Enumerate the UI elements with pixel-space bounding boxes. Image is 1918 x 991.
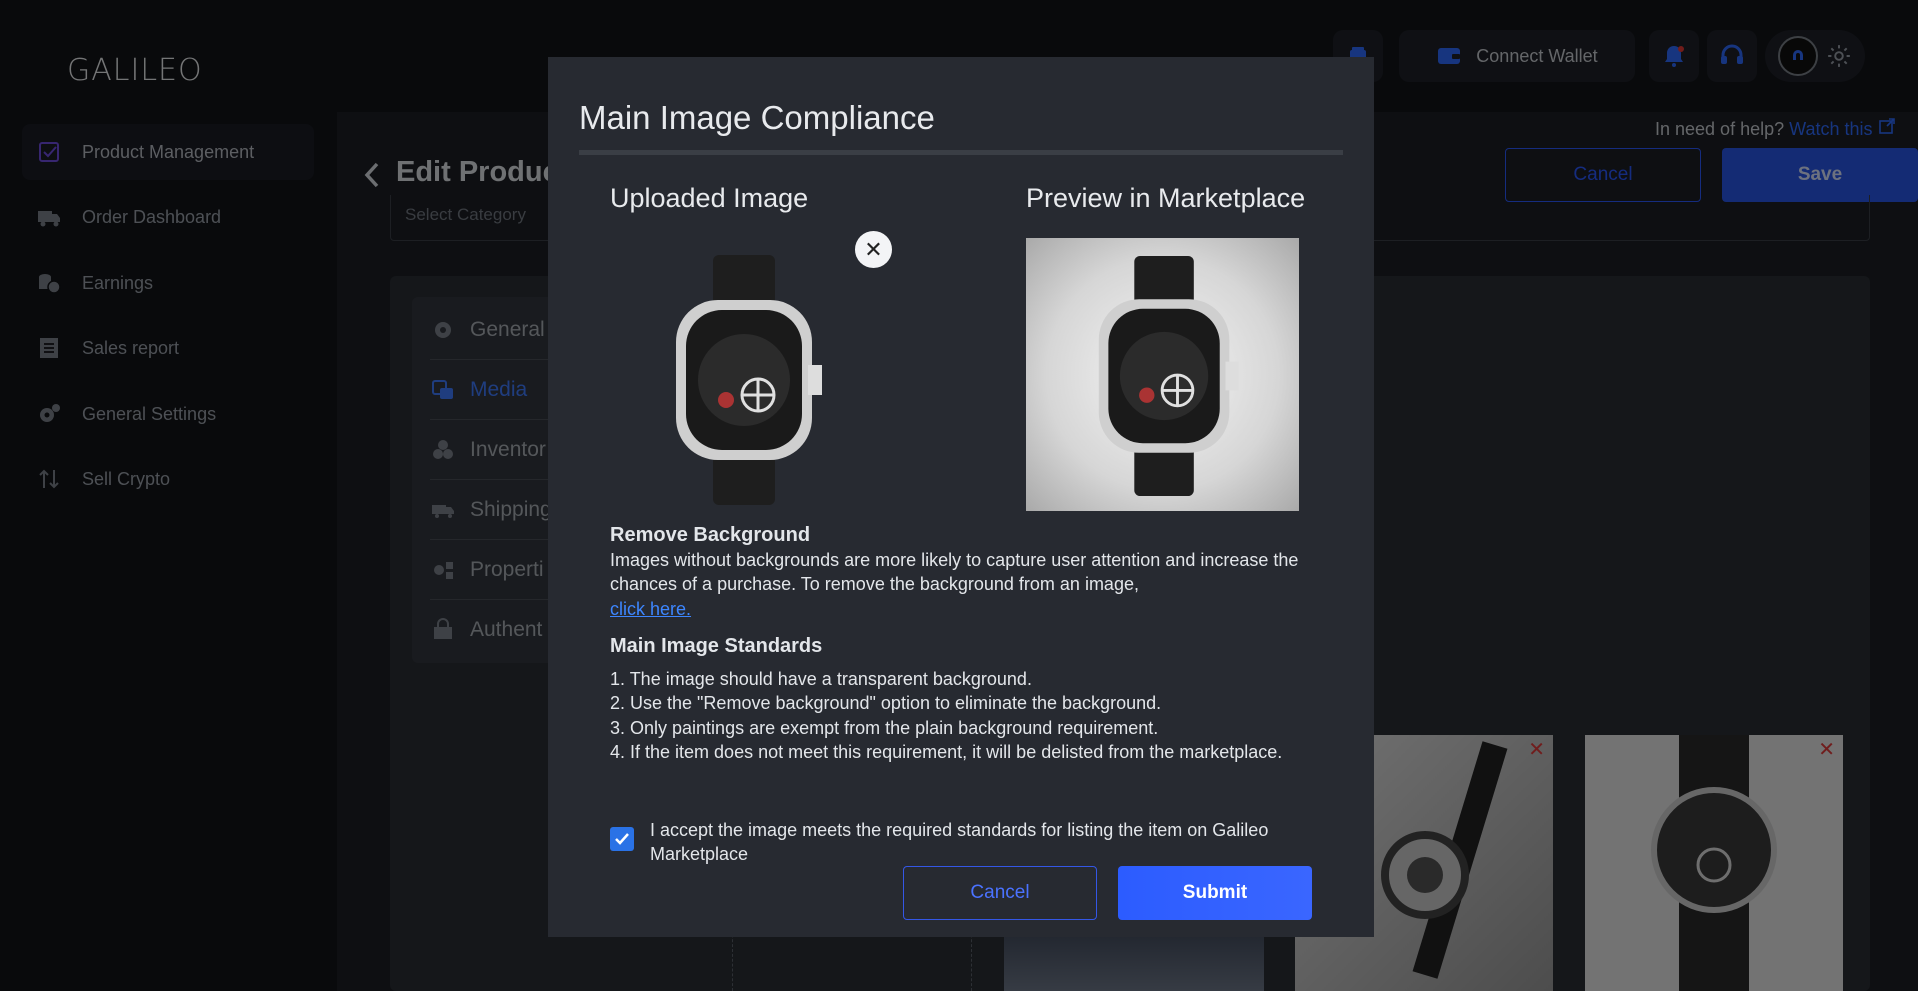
modal-divider [579,150,1343,155]
remove-background-section: Remove Background Images without backgro… [610,523,1310,621]
preview-watch-image [1098,256,1239,496]
remove-background-text: Images without backgrounds are more like… [610,549,1299,595]
modal-title: Main Image Compliance [579,99,935,136]
accept-label[interactable]: I accept the image meets the required st… [650,818,1290,866]
standards-heading: Main Image Standards [610,635,823,657]
app-root: GALILEO Connect Wallet Product Managemen… [0,0,1918,991]
preview-heading: Preview in Marketplace [1026,183,1306,213]
close-icon: ✕ [864,236,883,262]
uploaded-image-heading: Uploaded Image [610,183,809,213]
remove-background-link[interactable]: click here. [610,599,691,619]
uploaded-watch-image [676,255,822,505]
modal-cancel-button[interactable]: Cancel [903,866,1097,920]
marketplace-preview [1026,238,1299,511]
standards-section: Main Image Standards 1. The image should… [610,634,1310,765]
standard-item: 4. If the item does not meet this requir… [610,742,1283,762]
accept-checkbox[interactable] [610,827,634,851]
standard-item: 2. Use the "Remove background" option to… [610,693,1162,713]
remove-image-button[interactable]: ✕ [855,231,892,268]
standard-item: 3. Only paintings are exempt from the pl… [610,717,1159,738]
main-image-compliance-modal: Main Image Compliance Uploaded Image Pre… [548,57,1374,937]
remove-background-heading: Remove Background [610,524,811,546]
standard-item: 1. The image should have a transparent b… [610,668,1032,689]
checkmark-icon [615,833,629,845]
modal-submit-button[interactable]: Submit [1118,866,1312,920]
